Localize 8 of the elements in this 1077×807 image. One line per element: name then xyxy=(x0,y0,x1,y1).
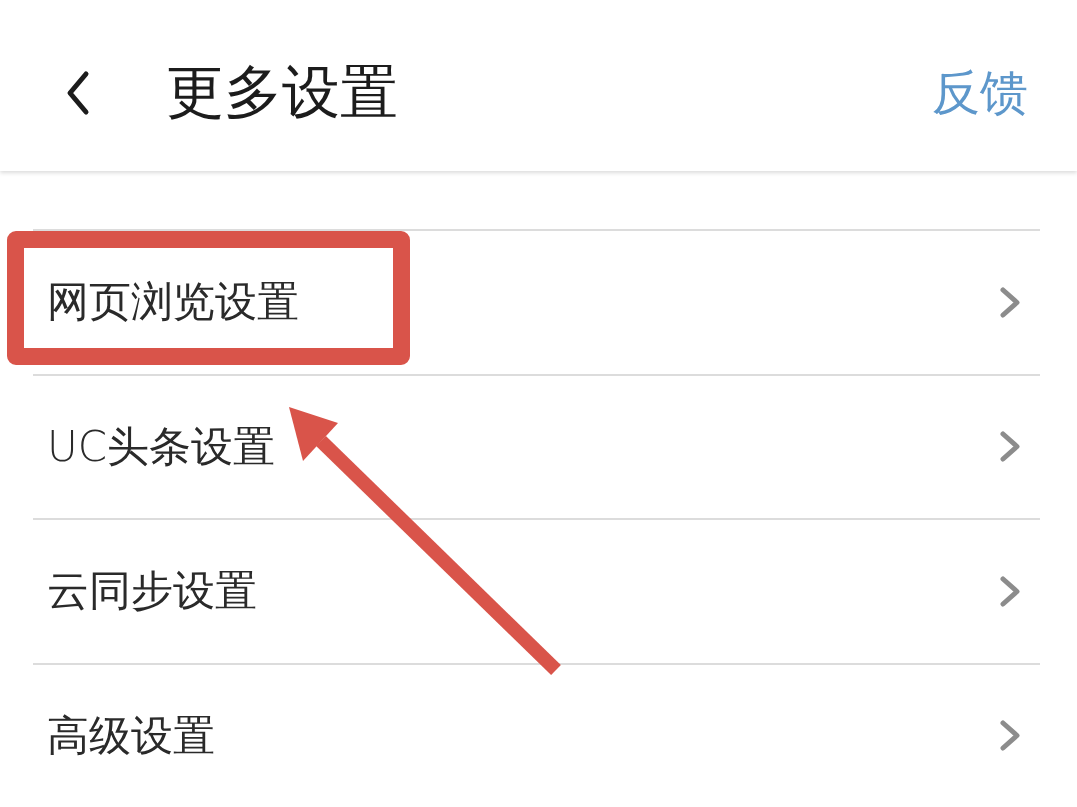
chevron-right-icon xyxy=(999,574,1021,608)
page-title: 更多设置 xyxy=(166,57,398,128)
chevron-right-icon xyxy=(999,430,1021,464)
chevron-right-icon xyxy=(999,285,1021,319)
settings-row[interactable]: 云同步设置 xyxy=(33,518,1040,663)
settings-row[interactable]: 高级设置 xyxy=(33,662,1040,807)
settings-row[interactable]: 网页浏览设置 xyxy=(33,229,1040,374)
chevron-right-icon xyxy=(999,719,1021,753)
